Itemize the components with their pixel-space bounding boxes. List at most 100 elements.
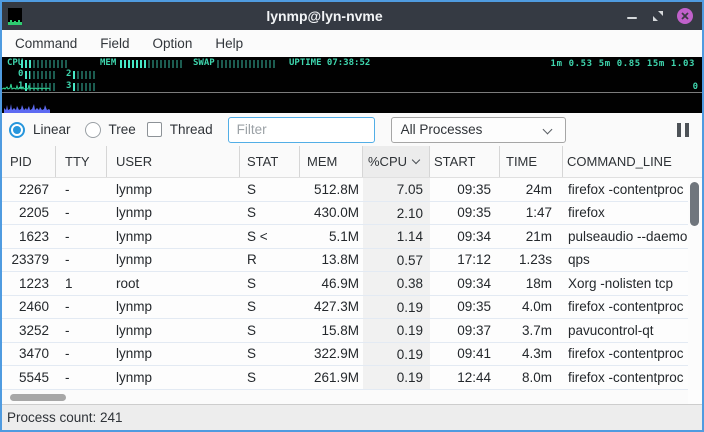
horizontal-scrollbar-handle[interactable] — [10, 394, 66, 401]
chevron-down-icon — [542, 124, 552, 134]
cell-tty: - — [56, 182, 107, 197]
column-header-label: STAT — [247, 147, 278, 177]
cell-time: 4.3m — [500, 346, 563, 361]
tree-radio-label: Tree — [109, 122, 136, 137]
table-row[interactable]: 12231rootS46.9M0.3809:3418mXorg -noliste… — [2, 272, 702, 296]
vertical-scrollbar-handle[interactable] — [690, 182, 699, 226]
cell-%cpu: 7.05 — [363, 178, 430, 201]
system-monitor: CPU MEM SWAP UPTIME 07:38:52 1m 0.53 5m … — [2, 57, 702, 113]
cell-user: lynmp — [107, 229, 240, 244]
tree-radio[interactable]: Tree — [85, 122, 136, 138]
cell-tty: - — [56, 229, 107, 244]
column-header-start[interactable]: START — [430, 146, 500, 177]
horizontal-scrollbar[interactable] — [2, 390, 688, 404]
cell-mem: 13.8M — [300, 252, 363, 267]
titlebar[interactable]: lynmp@lyn-nvme — [2, 2, 702, 30]
cell-pid: 23379 — [2, 252, 56, 267]
cell-command_line: firefox -contentproc — [563, 299, 702, 314]
column-header-pid[interactable]: PID — [2, 146, 56, 177]
cell-command_line: pavucontrol-qt — [563, 323, 702, 338]
pause-button[interactable] — [677, 123, 689, 137]
window-title: lynmp@lyn-nvme — [22, 8, 627, 24]
cell-mem: 427.3M — [300, 299, 363, 314]
core2-label: 2 — [66, 70, 71, 79]
table-row[interactable]: 2460-lynmpS427.3M0.1909:354.0mfirefox -c… — [2, 296, 702, 320]
cell-start: 12:44 — [430, 370, 500, 385]
cpu-history-sparkline — [2, 81, 50, 91]
menu-item-command[interactable]: Command — [12, 34, 80, 53]
table-row[interactable]: 2205-lynmpS430.0M2.1009:351:47firefox — [2, 202, 702, 226]
cell-tty: - — [56, 346, 107, 361]
toolbar: Linear Tree Thread All Processes — [2, 113, 702, 146]
cell-tty: - — [56, 323, 107, 338]
column-header-command_line[interactable]: COMMAND_LINE — [563, 146, 702, 177]
table-row[interactable]: 5545-lynmpS261.9M0.1912:448.0mfirefox -c… — [2, 366, 702, 390]
cell-mem: 5.1M — [300, 229, 363, 244]
cell-stat: S — [240, 205, 300, 220]
column-header-user[interactable]: USER — [107, 146, 240, 177]
cell-%cpu: 1.14 — [363, 225, 430, 248]
menu-item-option[interactable]: Option — [150, 34, 196, 53]
table-row[interactable]: 2267-lynmpS512.8M7.0509:3524mfirefox -co… — [2, 178, 702, 202]
cell-command_line: pulseaudio --daemonize — [563, 229, 702, 244]
cell-stat: S — [240, 182, 300, 197]
cell-user: lynmp — [107, 370, 240, 385]
linear-radio[interactable]: Linear — [9, 122, 71, 138]
core3-meter — [73, 83, 95, 91]
column-header-time[interactable]: TIME — [500, 146, 563, 177]
table-row[interactable]: 1623-lynmpS <5.1M1.1409:3421mpulseaudio … — [2, 225, 702, 249]
cell-time: 1:47 — [500, 205, 563, 220]
filter-input[interactable] — [228, 117, 375, 143]
thread-checkbox[interactable]: Thread — [147, 122, 213, 137]
column-header-stat[interactable]: STAT — [240, 146, 300, 177]
cell-%cpu: 0.19 — [363, 296, 430, 319]
cell-command_line: firefox — [563, 205, 702, 220]
menu-item-help[interactable]: Help — [212, 34, 246, 53]
close-button[interactable] — [677, 8, 693, 24]
menu-item-field[interactable]: Field — [97, 34, 132, 53]
cell-user: root — [107, 276, 240, 291]
cell-%cpu: 0.19 — [363, 366, 430, 389]
radio-unselected-icon — [85, 122, 101, 138]
cell-%cpu: 0.38 — [363, 272, 430, 295]
sort-descending-icon — [412, 156, 420, 164]
column-header-label: PID — [10, 147, 32, 177]
cell-stat: R — [240, 252, 300, 267]
table-row[interactable]: 3470-lynmpS322.9M0.1909:414.3mfirefox -c… — [2, 343, 702, 367]
minimize-button[interactable] — [627, 9, 639, 23]
core3-label: 3 — [66, 82, 71, 91]
core2-meter — [73, 71, 95, 79]
table-header: PID TTY USERSTAT MEM %CPU STARTTIMECOMMAND_LI… — [2, 146, 702, 178]
process-scope-select[interactable]: All Processes — [391, 117, 566, 143]
table-row[interactable]: 3252-lynmpS15.8M0.1909:373.7mpavucontrol… — [2, 319, 702, 343]
cell-stat: S — [240, 346, 300, 361]
cell-tty: - — [56, 252, 107, 267]
cell-mem: 46.9M — [300, 276, 363, 291]
column-header-tty[interactable]: TTY — [56, 146, 107, 177]
cell-stat: S — [240, 299, 300, 314]
cell-time: 24m — [500, 182, 563, 197]
column-header-label: COMMAND_LINE — [567, 147, 672, 177]
radio-selected-icon — [9, 122, 25, 138]
cpu-meter — [21, 60, 69, 68]
maximize-button[interactable] — [652, 10, 664, 22]
cell-command_line: firefox -contentproc — [563, 182, 702, 197]
column-header-label: MEM — [307, 147, 337, 177]
column-header-%cpu[interactable]: %CPU — [363, 146, 430, 177]
cell-start: 09:37 — [430, 323, 500, 338]
vertical-scrollbar[interactable] — [688, 178, 702, 390]
cell-stat: S < — [240, 229, 300, 244]
column-header-label: %CPU — [368, 147, 407, 177]
cell-mem: 430.0M — [300, 205, 363, 220]
table-row[interactable]: 23379-lynmpR13.8M0.5717:121.23sqps — [2, 249, 702, 273]
swap-meter — [217, 60, 277, 68]
cell-%cpu: 0.19 — [363, 319, 430, 342]
swap-label: SWAP — [193, 59, 215, 68]
column-header-label: TTY — [65, 147, 90, 177]
cell-pid: 3470 — [2, 346, 56, 361]
app-window: lynmp@lyn-nvme Command Field Option Help CP… — [0, 0, 704, 432]
cell-%cpu: 2.10 — [363, 202, 430, 225]
cell-mem: 322.9M — [300, 346, 363, 361]
column-header-mem[interactable]: MEM — [300, 146, 363, 177]
cell-%cpu: 0.57 — [363, 249, 430, 272]
